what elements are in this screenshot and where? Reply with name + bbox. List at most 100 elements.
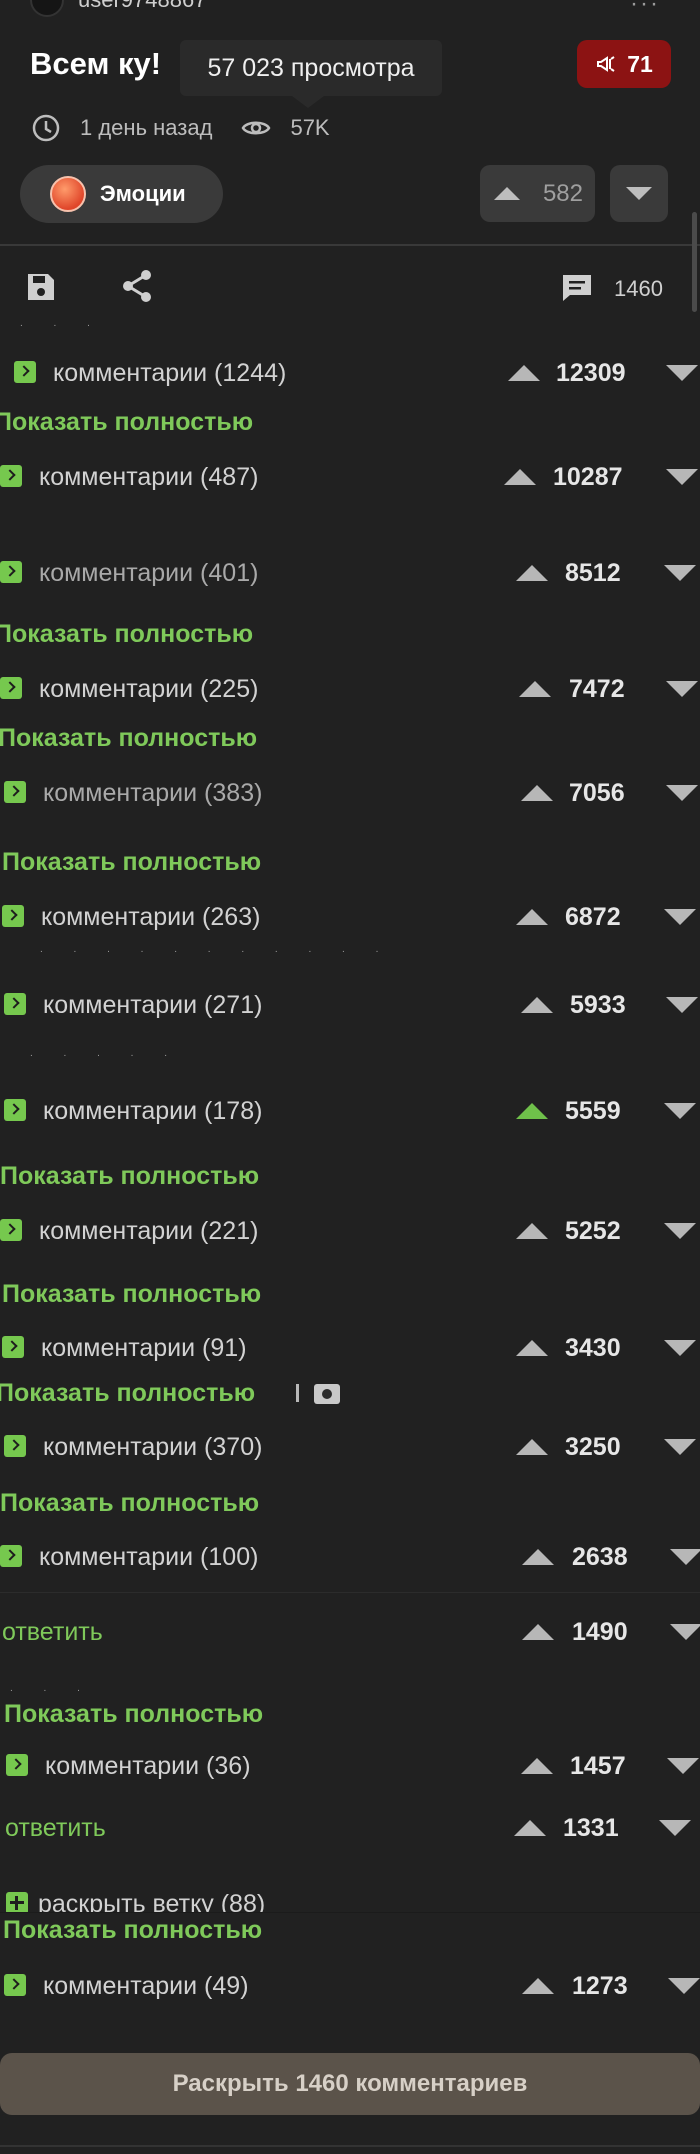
save-icon[interactable]	[24, 270, 58, 304]
upvote-button[interactable]	[504, 469, 536, 485]
upvote-button[interactable]	[521, 1758, 553, 1774]
expand-thread-icon[interactable]	[0, 1545, 22, 1567]
more-options-icon[interactable]: ···	[630, 0, 660, 18]
downvote-button[interactable]	[668, 1978, 700, 1994]
comments-link[interactable]: комментарии (401)	[39, 559, 258, 588]
expand-thread-icon[interactable]	[4, 781, 26, 803]
comments-link[interactable]: комментарии (487)	[39, 463, 258, 492]
post-time: 1 день назад	[80, 115, 213, 140]
downvote-button[interactable]	[664, 565, 696, 581]
downvote-button[interactable]	[664, 1340, 696, 1356]
show-full-link[interactable]: Показать полностью	[0, 408, 253, 437]
comment-row: комментарии (49) 1273	[0, 1965, 700, 2005]
downvote-button[interactable]	[670, 1549, 700, 1565]
downvote-button[interactable]	[670, 1624, 700, 1640]
show-full-link[interactable]: Показать полностью	[4, 1700, 263, 1729]
reply-link[interactable]: ответить	[2, 1618, 103, 1647]
post-upvote-button[interactable]: 582	[480, 165, 595, 222]
downvote-button[interactable]	[666, 681, 698, 697]
divider	[0, 1912, 700, 1913]
downvote-button[interactable]	[664, 1439, 696, 1455]
post-title: Всем ку!	[30, 46, 162, 81]
downvote-button[interactable]	[667, 1758, 699, 1774]
expand-thread-icon[interactable]	[0, 677, 22, 699]
comments-icon[interactable]	[560, 272, 594, 304]
upvote-button[interactable]	[522, 1978, 554, 1994]
upvote-button[interactable]	[522, 1549, 554, 1565]
comments-link[interactable]: комментарии (383)	[43, 779, 262, 808]
show-full-link[interactable]: Показать полностью	[0, 724, 257, 753]
downvote-button[interactable]	[666, 997, 698, 1013]
comments-link[interactable]: комментарии (1244)	[53, 359, 286, 388]
reply-link[interactable]: ответить	[5, 1814, 106, 1843]
expand-thread-icon[interactable]	[2, 905, 24, 927]
downvote-button[interactable]	[664, 1223, 696, 1239]
author-row[interactable]: user9748867 ···	[30, 0, 658, 17]
expand-branch-icon[interactable]	[6, 1892, 28, 1912]
share-icon[interactable]	[120, 268, 154, 304]
camera-icon[interactable]	[314, 1384, 340, 1404]
upvote-button[interactable]	[521, 997, 553, 1013]
post-downvote-button[interactable]	[610, 165, 668, 222]
comment-row: комментарии (225) 7472	[0, 668, 700, 708]
expand-branch-link[interactable]: раскрыть ветку (88)	[38, 1890, 265, 1912]
show-full-link[interactable]: Показать полностью	[2, 848, 261, 877]
show-full-link[interactable]: Показать полностью	[0, 1162, 259, 1191]
comments-link[interactable]: комментарии (225)	[39, 675, 258, 704]
hot-badge-value: 71	[627, 50, 653, 77]
comment-rating: 5559	[565, 1097, 621, 1125]
show-full-link[interactable]: Показать полностью	[0, 1489, 259, 1518]
show-full-link[interactable]: Показать полностью	[0, 620, 253, 649]
upvote-button[interactable]	[519, 681, 551, 697]
divider	[0, 1592, 700, 1593]
downvote-button[interactable]	[664, 1103, 696, 1119]
upvote-button[interactable]	[516, 1223, 548, 1239]
comment-rating: 6872	[565, 903, 621, 931]
upvote-button[interactable]	[522, 1624, 554, 1640]
expand-thread-icon[interactable]	[0, 465, 22, 487]
comments-link[interactable]: комментарии (49)	[43, 1972, 249, 2001]
hot-badge[interactable]: 71	[577, 40, 671, 88]
upvote-button[interactable]	[516, 1439, 548, 1455]
expand-thread-icon[interactable]	[0, 1219, 22, 1241]
comments-link[interactable]: комментарии (221)	[39, 1217, 258, 1246]
show-full-link[interactable]: Показать полностью	[3, 1916, 262, 1945]
comments-link[interactable]: комментарии (370)	[43, 1433, 262, 1462]
expand-branch-row[interactable]: раскрыть ветку (88)	[0, 1890, 700, 1912]
expand-thread-icon[interactable]	[4, 1099, 26, 1121]
downvote-button[interactable]	[666, 785, 698, 801]
show-full-link[interactable]: Показать полностью	[2, 1280, 261, 1309]
comment-rating: 10287	[553, 463, 623, 491]
upvote-button[interactable]	[516, 1103, 548, 1119]
comments-link[interactable]: комментарии (178)	[43, 1097, 262, 1126]
comments-link[interactable]: комментарии (91)	[41, 1334, 247, 1363]
comments-count[interactable]: 1460	[614, 276, 663, 302]
expand-all-comments-button[interactable]: Раскрыть 1460 комментариев	[0, 2053, 700, 2115]
upvote-button[interactable]	[516, 909, 548, 925]
author-name[interactable]: user9748867	[78, 0, 206, 13]
downvote-button[interactable]	[664, 909, 696, 925]
expand-thread-icon[interactable]	[4, 993, 26, 1015]
comments-link[interactable]: комментарии (271)	[43, 991, 262, 1020]
downvote-button[interactable]	[666, 365, 698, 381]
expand-thread-icon[interactable]	[0, 561, 22, 583]
expand-thread-icon[interactable]	[4, 1974, 26, 1996]
comments-link[interactable]: комментарии (263)	[41, 903, 260, 932]
expand-thread-icon[interactable]	[6, 1754, 28, 1776]
upvote-button[interactable]	[508, 365, 540, 381]
upvote-button[interactable]	[514, 1820, 546, 1836]
comment-row: комментарии (370) 3250	[0, 1426, 700, 1466]
avatar[interactable]	[30, 0, 64, 17]
upvote-button[interactable]	[516, 1340, 548, 1356]
show-full-link[interactable]: Показать полностью	[0, 1379, 255, 1408]
downvote-button[interactable]	[666, 469, 698, 485]
expand-thread-icon[interactable]	[4, 1435, 26, 1457]
comments-link[interactable]: комментарии (100)	[39, 1543, 258, 1572]
upvote-button[interactable]	[516, 565, 548, 581]
emotions-button[interactable]: Эмоции	[20, 165, 223, 223]
downvote-button[interactable]	[659, 1820, 691, 1836]
comments-link[interactable]: комментарии (36)	[45, 1752, 251, 1781]
expand-thread-icon[interactable]	[2, 1336, 24, 1358]
expand-thread-icon[interactable]	[14, 361, 36, 383]
upvote-button[interactable]	[521, 785, 553, 801]
